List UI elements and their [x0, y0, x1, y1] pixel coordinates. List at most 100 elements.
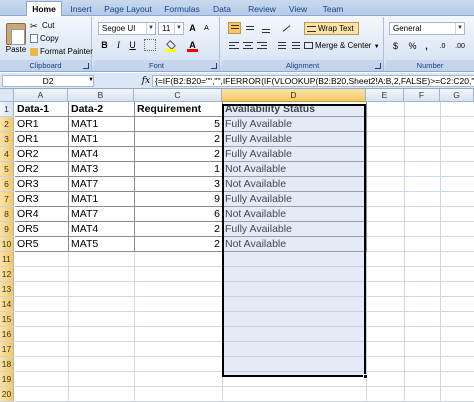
table-cell[interactable]: MAT3: [69, 162, 135, 177]
table-cell[interactable]: [223, 252, 367, 267]
fill-color-button[interactable]: [164, 39, 177, 52]
table-cell[interactable]: [135, 387, 223, 402]
table-cell[interactable]: [367, 297, 405, 312]
table-cell[interactable]: Fully Available: [223, 192, 367, 207]
table-cell[interactable]: Fully Available: [223, 132, 367, 147]
table-cell[interactable]: [367, 387, 405, 402]
table-cell[interactable]: MAT7: [69, 207, 135, 222]
table-cell[interactable]: 2: [135, 132, 223, 147]
decrease-indent-icon[interactable]: [274, 40, 287, 52]
table-cell[interactable]: OR5: [15, 237, 69, 252]
italic-button[interactable]: I: [112, 39, 125, 52]
table-cell[interactable]: [367, 342, 405, 357]
table-cell[interactable]: [367, 327, 405, 342]
table-cell[interactable]: Fully Available: [223, 117, 367, 132]
table-cell[interactable]: [135, 357, 223, 372]
row-header-10[interactable]: 10: [0, 237, 14, 252]
format-painter-button[interactable]: Format Painter: [30, 46, 93, 58]
align-right-icon[interactable]: [256, 40, 269, 52]
increase-decimal-button[interactable]: .0: [436, 40, 449, 53]
font-size-combo[interactable]: 11 ▼: [158, 22, 184, 35]
column-header-e[interactable]: E: [366, 89, 404, 102]
table-cell[interactable]: 3: [135, 177, 223, 192]
table-cell[interactable]: OR2: [15, 162, 69, 177]
table-cell[interactable]: MAT1: [69, 117, 135, 132]
comma-button[interactable]: ,: [420, 40, 433, 53]
table-cell[interactable]: [15, 372, 69, 387]
table-cell[interactable]: MAT4: [69, 222, 135, 237]
table-cell[interactable]: [441, 282, 474, 297]
table-cell[interactable]: OR2: [15, 147, 69, 162]
table-header-cell[interactable]: Requirement: [135, 102, 223, 117]
table-cell[interactable]: [367, 267, 405, 282]
table-cell[interactable]: [367, 192, 405, 207]
table-cell[interactable]: [441, 117, 474, 132]
table-cell[interactable]: [441, 102, 474, 117]
table-header-cell[interactable]: Data-2: [69, 102, 135, 117]
tab-formulas[interactable]: Formulas: [160, 2, 204, 16]
table-header-cell[interactable]: Data-1: [15, 102, 69, 117]
table-cell[interactable]: [367, 102, 405, 117]
number-format-combo[interactable]: General ▼: [389, 22, 465, 35]
row-header-12[interactable]: 12: [0, 267, 14, 282]
table-cell[interactable]: [405, 237, 441, 252]
table-cell[interactable]: [69, 342, 135, 357]
table-cell[interactable]: [405, 207, 441, 222]
column-header-d[interactable]: D: [222, 89, 366, 102]
table-cell[interactable]: [441, 132, 474, 147]
table-cell[interactable]: [367, 147, 405, 162]
table-cell[interactable]: [69, 252, 135, 267]
font-color-button[interactable]: A: [186, 39, 199, 52]
table-cell[interactable]: [223, 267, 367, 282]
table-cell[interactable]: OR3: [15, 192, 69, 207]
table-cell[interactable]: [441, 252, 474, 267]
table-cell[interactable]: [135, 372, 223, 387]
table-cell[interactable]: Fully Available: [223, 147, 367, 162]
row-header-13[interactable]: 13: [0, 282, 14, 297]
table-cell[interactable]: [135, 327, 223, 342]
table-cell[interactable]: [15, 357, 69, 372]
table-cell[interactable]: 2: [135, 222, 223, 237]
row-header-2[interactable]: 2: [0, 117, 14, 132]
font-name-combo[interactable]: Segoe UI ▼: [98, 22, 156, 35]
table-cell[interactable]: MAT5: [69, 237, 135, 252]
table-cell[interactable]: MAT4: [69, 147, 135, 162]
row-header-6[interactable]: 6: [0, 177, 14, 192]
table-cell[interactable]: [367, 237, 405, 252]
table-cell[interactable]: [441, 177, 474, 192]
align-center-icon[interactable]: [242, 40, 255, 52]
table-cell[interactable]: [223, 342, 367, 357]
table-cell[interactable]: [15, 327, 69, 342]
table-cell[interactable]: OR1: [15, 132, 69, 147]
row-header-11[interactable]: 11: [0, 252, 14, 267]
align-left-icon[interactable]: [228, 40, 241, 52]
table-cell[interactable]: [405, 267, 441, 282]
table-cell[interactable]: [15, 312, 69, 327]
table-cell[interactable]: [405, 177, 441, 192]
align-top-icon[interactable]: [228, 22, 241, 34]
row-header-1[interactable]: 1: [0, 102, 14, 117]
table-cell[interactable]: [441, 192, 474, 207]
table-header-cell[interactable]: Availability Status: [223, 102, 367, 117]
table-cell[interactable]: [69, 387, 135, 402]
table-cell[interactable]: [69, 372, 135, 387]
table-cell[interactable]: [69, 297, 135, 312]
table-cell[interactable]: [367, 162, 405, 177]
table-cell[interactable]: [405, 102, 441, 117]
copy-button[interactable]: Copy: [30, 33, 59, 45]
table-cell[interactable]: [367, 132, 405, 147]
table-cell[interactable]: [367, 207, 405, 222]
table-cell[interactable]: [135, 297, 223, 312]
table-cell[interactable]: [441, 297, 474, 312]
table-cell[interactable]: [15, 342, 69, 357]
table-cell[interactable]: [441, 147, 474, 162]
column-header-a[interactable]: A: [14, 89, 68, 102]
table-cell[interactable]: [15, 297, 69, 312]
table-cell[interactable]: [69, 357, 135, 372]
bold-button[interactable]: B: [98, 39, 111, 52]
orientation-icon[interactable]: [280, 22, 293, 34]
font-dialog-launcher-icon[interactable]: [211, 63, 217, 69]
table-cell[interactable]: [223, 297, 367, 312]
table-cell[interactable]: [367, 282, 405, 297]
table-cell[interactable]: [405, 372, 441, 387]
